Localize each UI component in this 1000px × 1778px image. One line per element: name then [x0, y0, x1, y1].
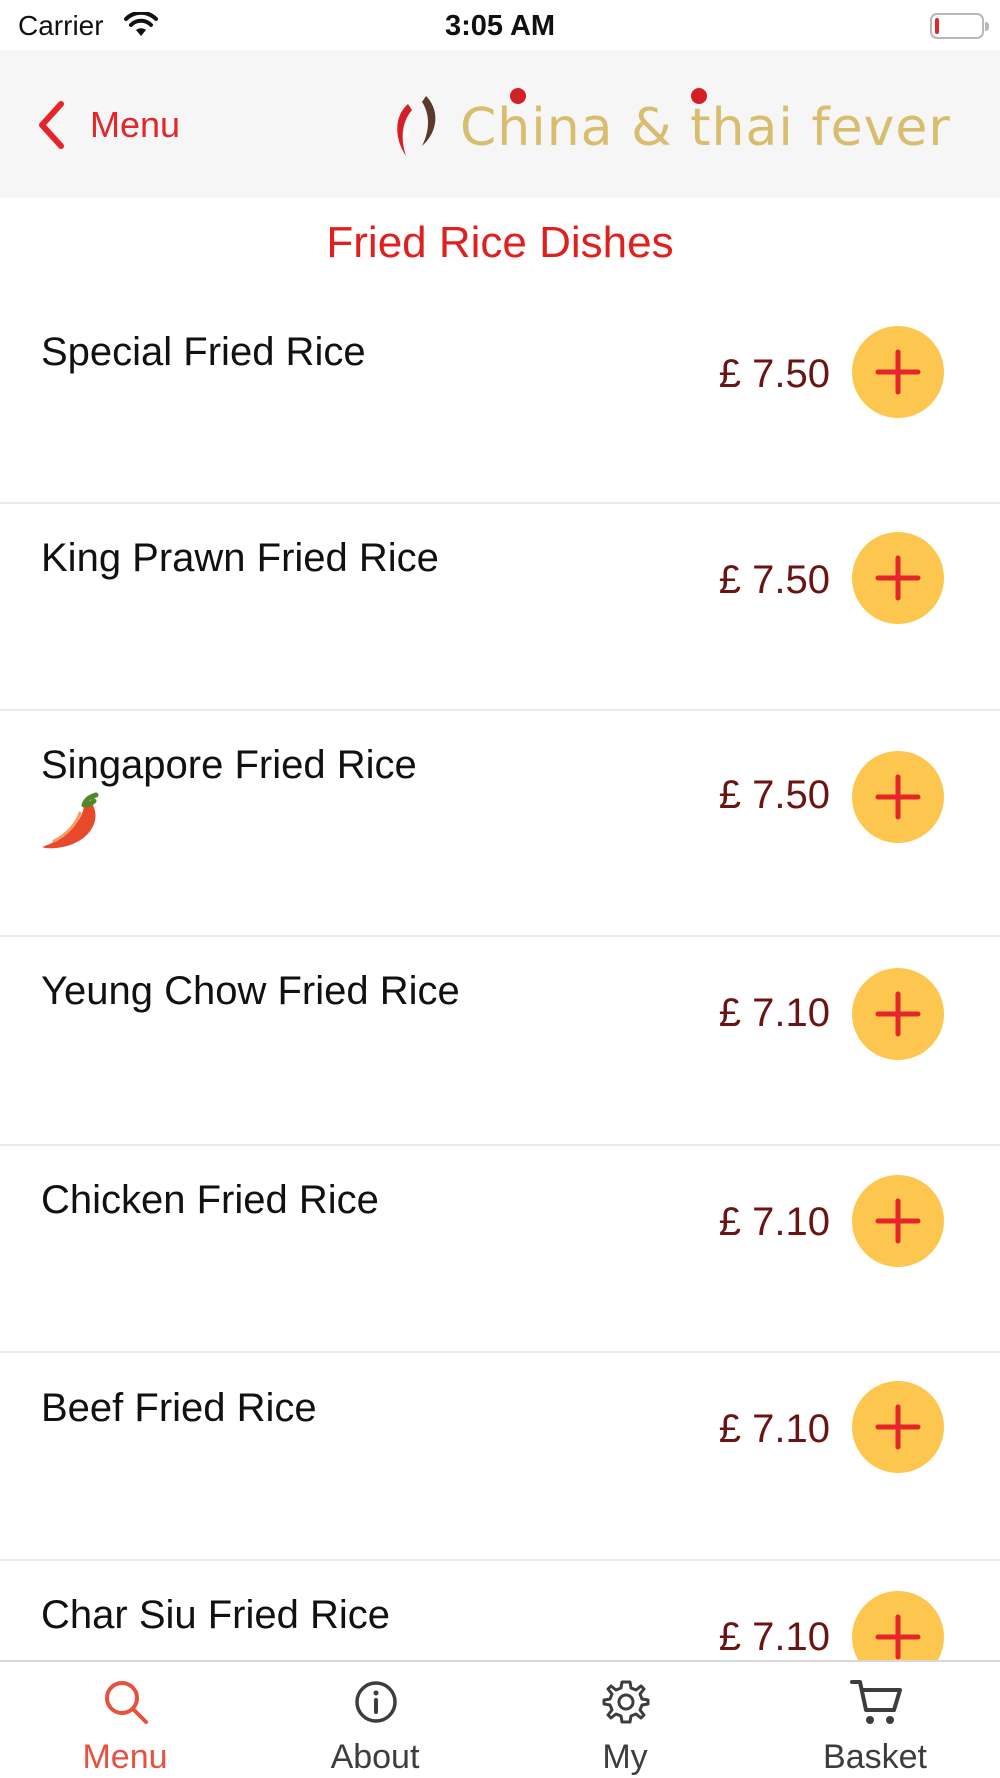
dish-price: £ 7.10: [718, 1615, 830, 1659]
dish-list[interactable]: Special Fried Rice £ 7.50 King Prawn Fri…: [0, 290, 1000, 1660]
battery-level: [935, 18, 939, 34]
dish-row[interactable]: Special Fried Rice £ 7.50: [0, 290, 1000, 504]
dish-name: Special Fried Rice: [41, 330, 366, 374]
dish-name: Yeung Chow Fried Rice: [41, 969, 460, 1013]
dish-row[interactable]: Char Siu Fried Rice £ 7.10: [0, 1561, 1000, 1660]
dish-name: Char Siu Fried Rice: [41, 1593, 391, 1637]
tab-menu[interactable]: Menu: [0, 1662, 250, 1778]
logo-text: China & thai fever: [460, 98, 951, 158]
plus-icon: [875, 555, 921, 601]
plus-icon: [875, 1404, 921, 1450]
tab-about[interactable]: About: [250, 1662, 500, 1778]
plus-icon: [875, 349, 921, 395]
dish-name: Chicken Fried Rice: [41, 1178, 379, 1222]
plus-icon: [875, 991, 921, 1037]
add-to-basket-button[interactable]: [852, 1381, 944, 1473]
dish-price: £ 7.50: [718, 773, 830, 817]
dish-price: £ 7.10: [718, 1407, 830, 1451]
nav-header: Menu China & thai fever: [0, 50, 1000, 198]
dish-row[interactable]: Beef Fried Rice £ 7.10: [0, 1353, 1000, 1561]
add-to-basket-button[interactable]: [852, 1175, 944, 1267]
dish-row[interactable]: Chicken Fried Rice £ 7.10: [0, 1146, 1000, 1353]
koi-fish-icon: [397, 96, 436, 156]
tab-label: Menu: [82, 1738, 168, 1776]
info-icon: [355, 1681, 397, 1723]
logo-dot: [691, 88, 707, 104]
gear-icon: [602, 1680, 650, 1724]
dish-name: Singapore Fried Rice: [41, 743, 417, 787]
plus-icon: [875, 1614, 921, 1660]
add-to-basket-button[interactable]: [852, 326, 944, 418]
dish-price: £ 7.10: [718, 991, 830, 1035]
tab-label: My: [602, 1738, 648, 1776]
plus-icon: [875, 1198, 921, 1244]
add-to-basket-button[interactable]: [852, 532, 944, 624]
tab-my[interactable]: My: [500, 1662, 750, 1778]
chili-pepper-icon: [42, 792, 99, 849]
tab-basket[interactable]: Basket: [750, 1662, 1000, 1778]
status-bar: Carrier 3:05 AM: [0, 0, 1000, 50]
dish-name: King Prawn Fried Rice: [41, 536, 439, 580]
tab-bar: Menu About My Basket: [0, 1660, 1000, 1778]
dish-row[interactable]: King Prawn Fried Rice £ 7.50: [0, 504, 1000, 711]
koi-fish-logo: China & thai fever: [380, 88, 950, 168]
section-title: Fried Rice Dishes: [326, 218, 674, 267]
back-label: Menu: [90, 104, 181, 145]
add-to-basket-button[interactable]: [852, 1591, 944, 1660]
plus-icon: [875, 774, 921, 820]
dish-row[interactable]: Singapore Fried Rice £ 7.50: [0, 711, 1000, 937]
dish-price: £ 7.10: [718, 1200, 830, 1244]
back-button[interactable]: Menu: [36, 90, 180, 160]
tab-label: About: [330, 1738, 420, 1776]
add-to-basket-button[interactable]: [852, 751, 944, 843]
status-time: 3:05 AM: [444, 10, 556, 42]
search-icon: [105, 1681, 148, 1724]
dish-price: £ 7.50: [718, 352, 830, 396]
cart-icon: [850, 1680, 902, 1724]
battery-low-icon: [930, 13, 989, 39]
dish-price: £ 7.50: [718, 558, 830, 602]
logo-dot: [510, 88, 526, 104]
add-to-basket-button[interactable]: [852, 968, 944, 1060]
tab-label: Basket: [823, 1738, 927, 1776]
dish-name: Beef Fried Rice: [41, 1386, 317, 1430]
dish-row[interactable]: Yeung Chow Fried Rice £ 7.10: [0, 937, 1000, 1146]
chevron-left-icon: [39, 101, 64, 149]
